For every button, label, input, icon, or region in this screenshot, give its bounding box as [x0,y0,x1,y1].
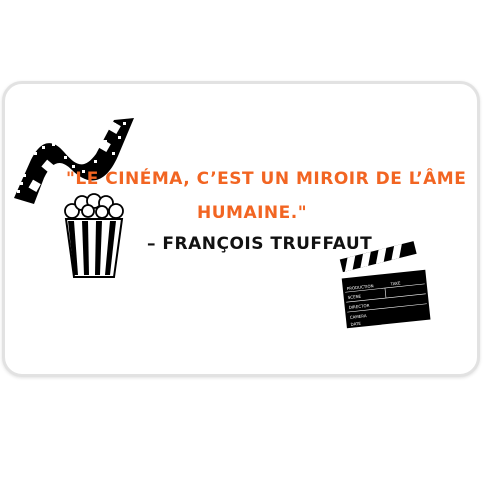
quote-line-1: "LE CINÉMA, C’EST UN MIROIR DE L’ÂME [66,169,467,189]
quote-author: – FRANÇOIS TRUFFAUT [147,234,373,254]
quote-line-2: HUMAINE." [197,203,308,223]
popcorn-icon [64,193,124,278]
